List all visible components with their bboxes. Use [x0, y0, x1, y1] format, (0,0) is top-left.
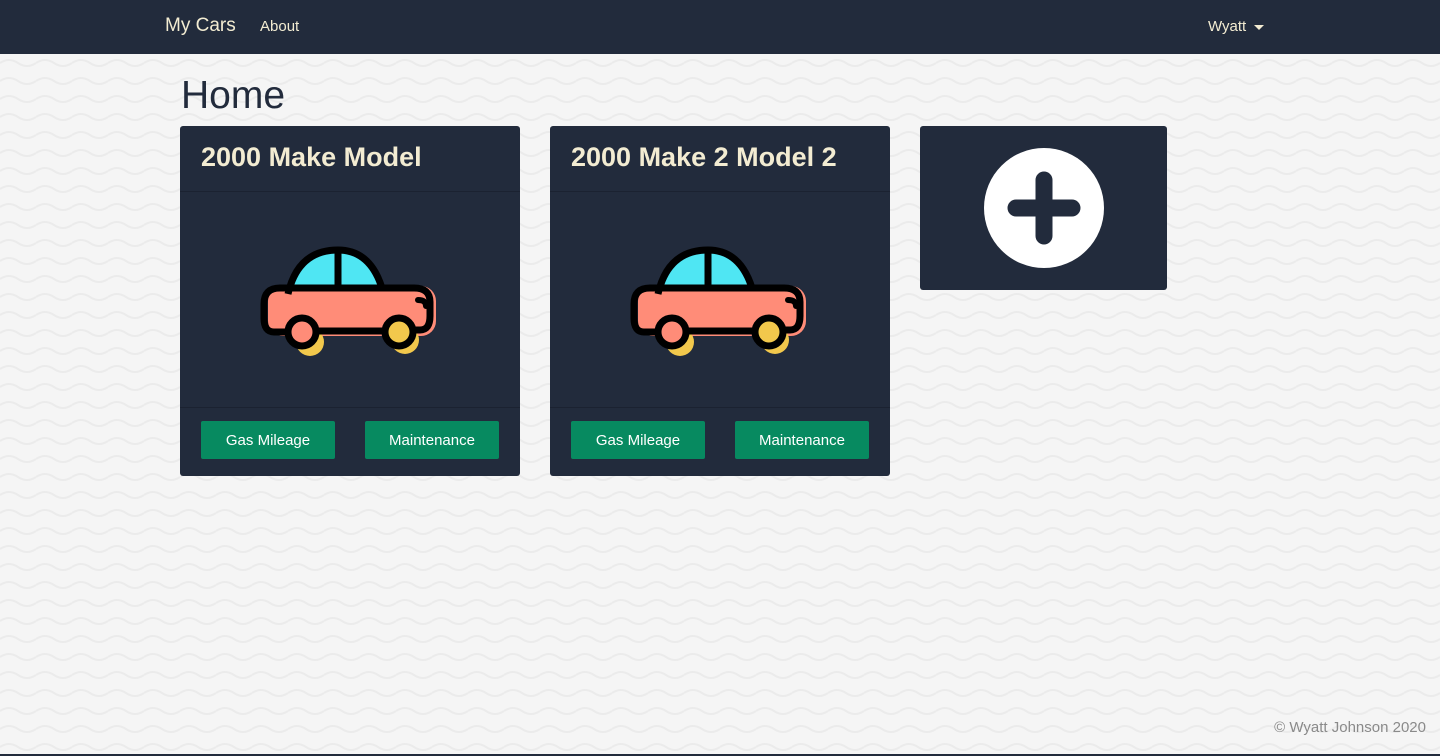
car-icon	[260, 246, 436, 356]
user-dropdown[interactable]: Wyatt	[1208, 18, 1265, 35]
car-card: 2000 Make Model Gas Mileage Maintenance	[180, 126, 520, 476]
page-title: Home	[181, 74, 286, 117]
card-header: 2000 Make Model	[180, 126, 520, 192]
car-title: 2000 Make Model	[201, 142, 422, 172]
add-car-button[interactable]	[920, 126, 1167, 290]
user-name: Wyatt	[1208, 18, 1247, 35]
car-card: 2000 Make 2 Model 2 Gas Mileage Maintena…	[550, 126, 890, 476]
caret-down-icon	[1254, 24, 1265, 30]
plus-circle-icon	[983, 148, 1104, 268]
brand-link[interactable]: My Cars	[165, 15, 236, 37]
car-title: 2000 Make 2 Model 2	[571, 142, 837, 172]
card-body	[550, 192, 890, 408]
navbar: My Cars About Wyatt	[0, 0, 1440, 54]
card-body	[180, 192, 520, 408]
maintenance-button[interactable]: Maintenance	[365, 421, 499, 459]
card-header: 2000 Make 2 Model 2	[550, 126, 890, 192]
card-footer: Gas Mileage Maintenance	[180, 408, 520, 476]
card-footer: Gas Mileage Maintenance	[550, 408, 890, 476]
gas-mileage-button[interactable]: Gas Mileage	[201, 421, 335, 459]
maintenance-button[interactable]: Maintenance	[735, 421, 869, 459]
car-icon	[630, 246, 806, 356]
nav-about-link[interactable]: About	[260, 18, 299, 35]
gas-mileage-button[interactable]: Gas Mileage	[571, 421, 705, 459]
footer-copyright: © Wyatt Johnson 2020	[1274, 719, 1426, 736]
